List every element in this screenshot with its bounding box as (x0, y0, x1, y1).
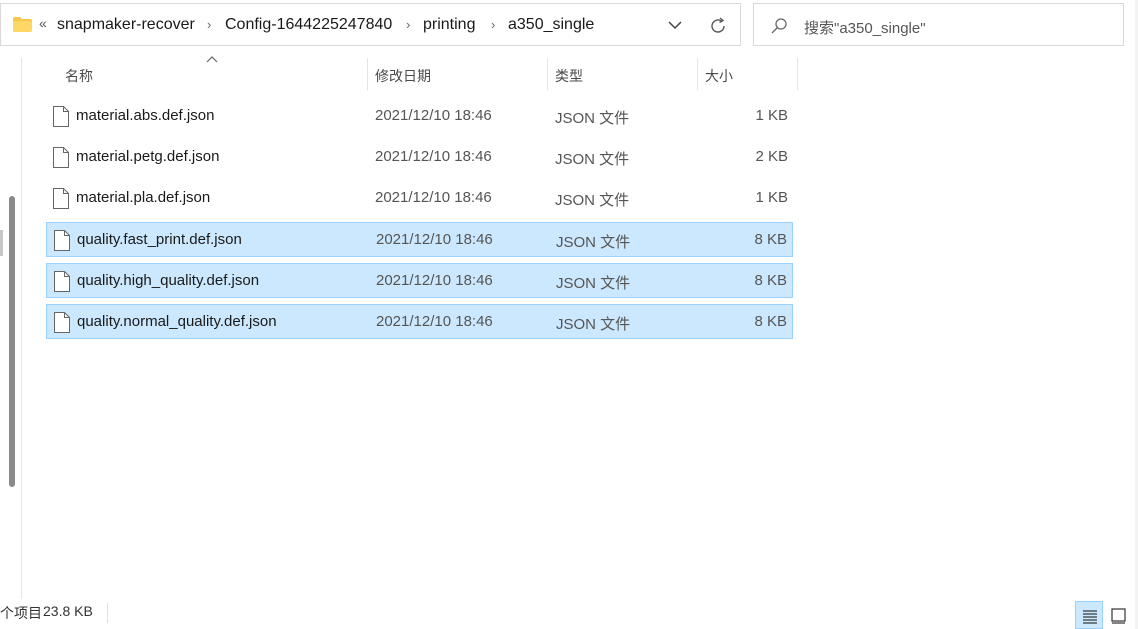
folder-icon (13, 17, 32, 32)
chevron-down-icon[interactable] (667, 17, 683, 33)
file-type: JSON 文件 (556, 316, 631, 333)
file-row[interactable]: material.petg.def.json 2021/12/10 18:46 … (46, 140, 793, 175)
details-view-button[interactable] (1075, 601, 1103, 629)
file-name: quality.fast_print.def.json (77, 231, 242, 248)
column-header-label: 修改日期 (375, 68, 431, 84)
file-modified: 2021/12/10 18:46 (376, 231, 493, 248)
refresh-icon[interactable] (708, 16, 728, 36)
breadcrumb-item[interactable]: a350_single (508, 16, 594, 34)
file-icon (53, 147, 69, 168)
file-row[interactable]: quality.high_quality.def.json 2021/12/10… (46, 263, 793, 298)
file-size: 1 KB (755, 107, 788, 124)
file-type: JSON 文件 (555, 110, 630, 127)
file-row[interactable]: quality.normal_quality.def.json 2021/12/… (46, 304, 793, 339)
file-icon (54, 230, 70, 251)
file-type: JSON 文件 (556, 234, 631, 251)
file-row[interactable]: material.pla.def.json 2021/12/10 18:46 J… (46, 181, 793, 216)
file-modified: 2021/12/10 18:46 (376, 313, 493, 330)
address-bar[interactable]: « snapmaker-recover › Config-16442252478… (0, 3, 741, 46)
status-divider (107, 603, 108, 623)
column-header-label: 类型 (555, 68, 583, 84)
file-modified: 2021/12/10 18:46 (376, 272, 493, 289)
file-name: material.pla.def.json (76, 189, 211, 206)
selected-size: 23.8 KB (43, 603, 93, 619)
file-size: 8 KB (754, 231, 787, 248)
search-input[interactable]: 搜索"a350_single" (804, 17, 926, 38)
file-type: JSON 文件 (556, 275, 631, 292)
file-size: 8 KB (754, 272, 787, 289)
file-name: quality.normal_quality.def.json (77, 313, 277, 330)
column-header-label: 名称 (65, 68, 93, 84)
breadcrumb-item[interactable]: snapmaker-recover (57, 16, 195, 34)
details-view-icon (1083, 610, 1097, 624)
search-icon (771, 18, 787, 34)
file-name: quality.high_quality.def.json (77, 272, 260, 289)
file-size: 1 KB (755, 189, 788, 206)
file-modified: 2021/12/10 18:46 (375, 189, 492, 206)
file-row[interactable]: material.abs.def.json 2021/12/10 18:46 J… (46, 99, 793, 134)
file-modified: 2021/12/10 18:46 (375, 107, 492, 124)
file-size: 2 KB (755, 148, 788, 165)
file-modified: 2021/12/10 18:46 (375, 148, 492, 165)
column-header-label: 大小 (705, 68, 733, 84)
column-header-type[interactable]: 类型 (548, 58, 697, 90)
file-icon (54, 312, 70, 333)
file-icon (53, 188, 69, 209)
breadcrumb-item[interactable]: printing (423, 16, 475, 34)
file-icon (53, 106, 69, 127)
breadcrumb-item[interactable]: Config-1644225247840 (225, 16, 392, 34)
file-name: material.petg.def.json (76, 148, 220, 165)
file-type: JSON 文件 (555, 192, 630, 209)
chevron-right-icon[interactable]: › (207, 17, 211, 32)
file-type: JSON 文件 (555, 151, 630, 168)
chevron-right-icon[interactable]: › (491, 17, 495, 32)
large-icons-view-icon (1111, 608, 1126, 624)
chevron-right-icon[interactable]: › (406, 17, 410, 32)
file-row[interactable]: quality.fast_print.def.json 2021/12/10 1… (46, 222, 793, 257)
nav-pane-marker (0, 230, 3, 256)
search-box[interactable]: 搜索"a350_single" (753, 3, 1124, 46)
file-icon (54, 271, 70, 292)
column-divider[interactable] (797, 58, 798, 90)
column-header-size[interactable]: 大小 (698, 58, 797, 90)
file-size: 8 KB (754, 313, 787, 330)
item-count: 个项目 (0, 605, 42, 621)
large-icons-view-button[interactable] (1106, 601, 1132, 629)
column-header-modified[interactable]: 修改日期 (368, 58, 547, 90)
breadcrumb-overflow[interactable]: « (39, 15, 47, 31)
file-name: material.abs.def.json (76, 107, 215, 124)
column-header-name[interactable]: 名称 (46, 58, 368, 90)
scrollbar-thumb[interactable] (9, 196, 15, 487)
